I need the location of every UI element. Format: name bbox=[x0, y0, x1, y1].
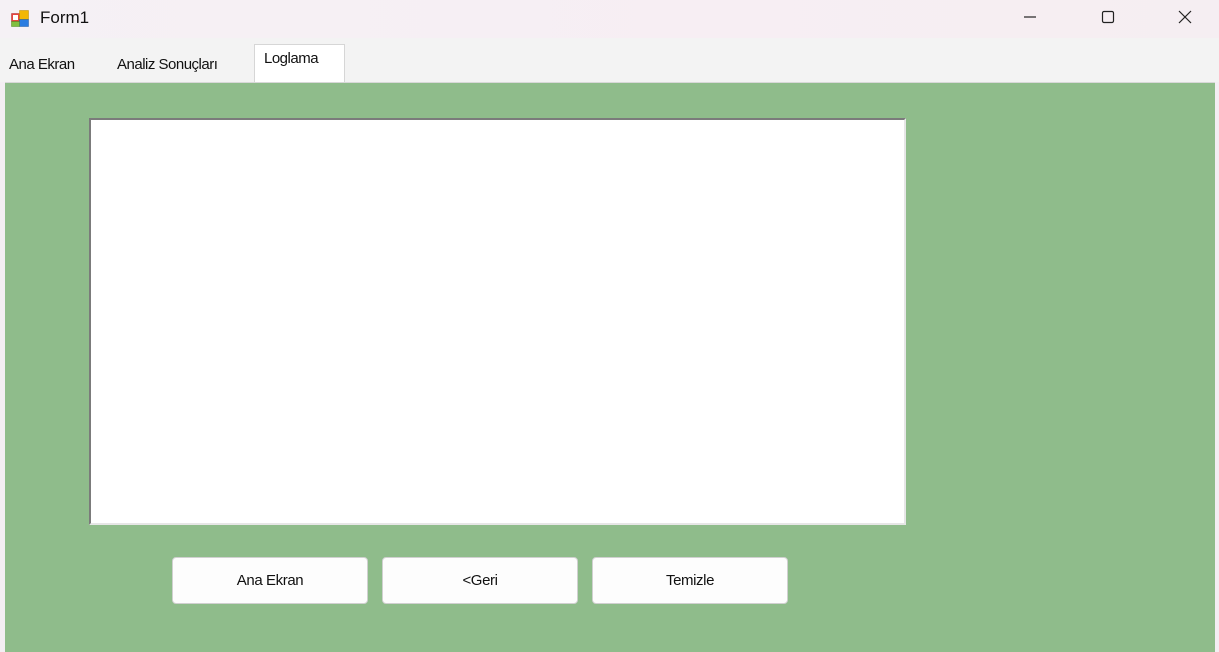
app-icon bbox=[11, 9, 29, 27]
close-button[interactable] bbox=[1150, 0, 1219, 38]
close-icon bbox=[1177, 9, 1193, 30]
ana-ekran-button[interactable]: Ana Ekran bbox=[172, 557, 368, 604]
temizle-button[interactable]: Temizle bbox=[592, 557, 788, 604]
log-textbox[interactable] bbox=[89, 118, 906, 525]
minimize-icon bbox=[1022, 9, 1038, 30]
tab-strip: Ana Ekran Analiz Sonuçları Loglama bbox=[0, 38, 1219, 82]
minimize-button[interactable] bbox=[995, 0, 1065, 38]
geri-button[interactable]: <Geri bbox=[382, 557, 578, 604]
form-window: Form1 Ana Ekran Analiz Sonuçları Loglama… bbox=[0, 0, 1219, 652]
tab-analiz-sonuclari[interactable]: Analiz Sonuçları bbox=[117, 50, 218, 80]
maximize-button[interactable] bbox=[1073, 0, 1143, 38]
loglama-tab-page: Ana Ekran <Geri Temizle bbox=[5, 82, 1215, 652]
maximize-icon bbox=[1100, 9, 1116, 30]
window-title: Form1 bbox=[40, 8, 90, 27]
tab-ana-ekran[interactable]: Ana Ekran bbox=[9, 50, 75, 80]
tab-loglama[interactable]: Loglama bbox=[254, 44, 345, 82]
title-bar[interactable]: Form1 bbox=[0, 0, 1219, 38]
